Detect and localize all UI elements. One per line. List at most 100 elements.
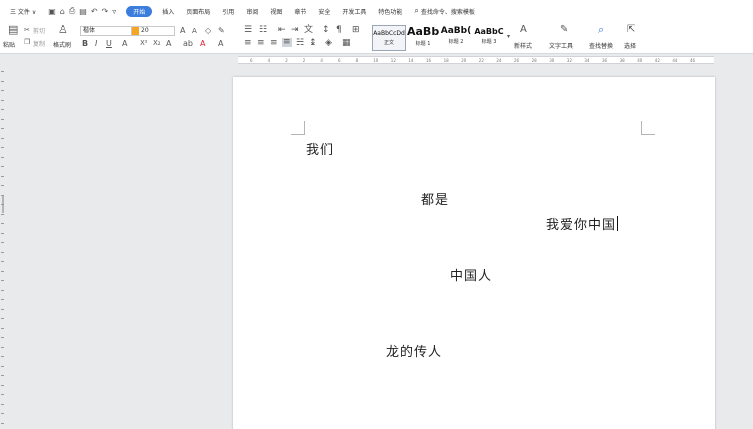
- show-marks-icon[interactable]: ¶: [336, 26, 342, 35]
- paste-button[interactable]: 粘贴: [3, 40, 15, 49]
- print-preview-icon[interactable]: ▤: [79, 7, 87, 16]
- new-style-icon[interactable]: A: [520, 25, 527, 35]
- tab-section[interactable]: 章节: [288, 7, 312, 16]
- select-button[interactable]: 选择: [624, 41, 636, 50]
- tab-insert[interactable]: 插入: [156, 7, 180, 16]
- copy-button[interactable]: 复制: [33, 39, 45, 48]
- superscript-icon[interactable]: X²: [140, 39, 148, 48]
- shading-icon[interactable]: ◈: [325, 39, 332, 48]
- vertical-ruler-tick: [1, 232, 4, 234]
- document-line-1[interactable]: 我们: [306, 139, 334, 158]
- bold-icon[interactable]: B: [82, 39, 88, 48]
- find-replace-icon[interactable]: ⌕: [598, 24, 604, 35]
- align-center-icon[interactable]: ≡: [257, 39, 265, 48]
- export-pdf-icon[interactable]: ⌂: [60, 7, 65, 16]
- paste-icon[interactable]: ▤: [8, 24, 18, 35]
- text-cursor: [617, 216, 619, 231]
- find-replace-button[interactable]: 查找替换: [589, 41, 613, 50]
- ruler-number: 32: [566, 58, 572, 63]
- ruler-number: 10: [373, 58, 379, 63]
- tab-developer[interactable]: 开发工具: [336, 7, 372, 16]
- undo-icon[interactable]: ↶: [91, 7, 98, 16]
- vertical-ruler-tick: [1, 99, 4, 101]
- table-icon[interactable]: ⊞: [352, 26, 360, 35]
- font-size-field[interactable]: 20: [131, 26, 175, 36]
- vertical-ruler-tick: [1, 128, 4, 129]
- tab-page-layout[interactable]: 页面布局: [180, 7, 216, 16]
- font-name-field[interactable]: 楷体: [80, 26, 136, 36]
- vertical-ruler-tick: [1, 365, 4, 367]
- vertical-ruler-tick: [1, 403, 4, 405]
- grow-font-icon[interactable]: A: [180, 26, 185, 35]
- style-heading-1[interactable]: AaBb 标题 1: [407, 25, 439, 51]
- vertical-ruler[interactable]: [0, 65, 6, 429]
- save-icon[interactable]: ▣: [48, 7, 56, 16]
- file-menu[interactable]: 三 文件 ∨: [4, 7, 42, 16]
- text-tools-button[interactable]: 文字工具: [549, 41, 573, 50]
- style-normal-sample: AaBbCcDd: [373, 30, 405, 37]
- document-line-2[interactable]: 都是: [421, 189, 449, 208]
- text-tools-icon[interactable]: ✎: [560, 25, 568, 35]
- redo-icon[interactable]: ↷: [102, 7, 109, 16]
- phonetic-guide-icon[interactable]: ✎: [218, 26, 225, 35]
- tab-security[interactable]: 安全: [312, 7, 336, 16]
- tab-review[interactable]: 审阅: [240, 7, 264, 16]
- style-heading-2[interactable]: AaBb( 标题 2: [440, 25, 472, 51]
- font-size-dropdown-marker: [132, 27, 139, 35]
- sort-icon[interactable]: ↕: [322, 26, 330, 35]
- style-heading-3[interactable]: AaBbC 标题 3: [473, 25, 505, 51]
- menu-bar: 三 文件 ∨ ▣ ⌂ ⎙ ▤ ↶ ↷ ▿ 开始 插入 页面布局 引用 审阅 视图…: [0, 0, 753, 22]
- borders-icon[interactable]: ▦: [342, 39, 351, 48]
- tab-special-features[interactable]: 特色功能: [372, 7, 408, 16]
- subscript-icon[interactable]: X₂: [153, 39, 161, 48]
- underline-icon[interactable]: U: [106, 39, 112, 48]
- print-icon[interactable]: ⎙: [69, 6, 75, 16]
- chinese-layout-icon[interactable]: 文: [304, 26, 313, 35]
- font-color-icon[interactable]: A: [200, 39, 205, 48]
- select-cursor-icon[interactable]: ⇱: [627, 25, 635, 35]
- align-right-icon[interactable]: ≡: [270, 39, 278, 48]
- document-line-4[interactable]: 中国人: [450, 265, 492, 284]
- tab-references[interactable]: 引用: [216, 7, 240, 16]
- document-page[interactable]: 我们 都是 我爱你中国 中国人 龙的传人: [233, 77, 715, 429]
- cut-icon[interactable]: ✂: [24, 26, 30, 35]
- text-effect-icon[interactable]: A: [166, 39, 171, 48]
- justify-icon[interactable]: ≡: [282, 38, 292, 47]
- cut-button[interactable]: 剪切: [33, 26, 45, 35]
- decrease-indent-icon[interactable]: ⇤: [278, 26, 286, 35]
- styles-more-icon[interactable]: ▾: [507, 32, 510, 41]
- ruler-number: 4: [267, 58, 271, 63]
- format-painter-button[interactable]: 格式刷: [53, 40, 71, 49]
- highlight-icon[interactable]: ab: [183, 39, 193, 48]
- italic-icon[interactable]: I: [95, 39, 97, 48]
- strikethrough-icon[interactable]: A: [122, 39, 127, 48]
- copy-icon[interactable]: ❐: [24, 38, 30, 47]
- numbering-icon[interactable]: ☷: [259, 26, 267, 35]
- char-border-icon[interactable]: A: [218, 39, 223, 48]
- command-search[interactable]: ⌕ 查找命令、搜索模板: [408, 6, 475, 16]
- document-line-5[interactable]: 龙的传人: [386, 341, 442, 360]
- document-line-3[interactable]: 我爱你中国: [546, 214, 619, 233]
- vertical-ruler-tick: [1, 80, 4, 82]
- vertical-ruler-tick: [1, 175, 4, 177]
- ruler-number: 44: [672, 58, 678, 63]
- vertical-ruler-tick: [1, 261, 4, 262]
- format-painter-icon[interactable]: ♙: [58, 24, 68, 35]
- tab-home[interactable]: 开始: [126, 5, 153, 17]
- shrink-font-icon[interactable]: A: [192, 27, 197, 36]
- vertical-ruler-tick: [1, 280, 4, 281]
- tab-view[interactable]: 视图: [264, 7, 288, 16]
- new-style-button[interactable]: 新样式: [514, 41, 532, 50]
- distributed-icon[interactable]: ☵: [296, 39, 304, 48]
- vertical-ruler-tick: [1, 346, 4, 348]
- line-spacing-icon[interactable]: ↨: [309, 39, 317, 48]
- customize-icon[interactable]: ▿: [112, 7, 116, 16]
- horizontal-ruler[interactable]: 6 4 2 2 4 6 8 10 12 14 16 18 20 22 24 26 28 30 32 34 36 38 40 4…: [0, 55, 753, 65]
- increase-indent-icon[interactable]: ⇥: [291, 26, 299, 35]
- font-name-value: 楷体: [83, 27, 96, 34]
- align-left-icon[interactable]: ≡: [244, 39, 252, 48]
- clear-format-icon[interactable]: ◇: [205, 26, 211, 35]
- ruler-number: 12: [390, 58, 396, 63]
- bullets-icon[interactable]: ☰: [244, 26, 252, 35]
- style-normal[interactable]: AaBbCcDd 正文: [372, 25, 406, 51]
